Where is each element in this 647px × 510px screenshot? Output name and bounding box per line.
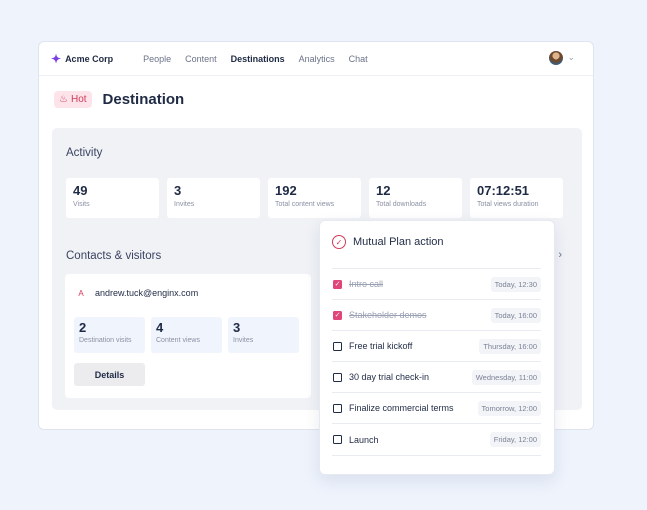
nav-item-analytics[interactable]: Analytics	[299, 54, 335, 64]
stat-value: 49	[73, 183, 88, 198]
plan-item[interactable]: Launch Friday, 12:00	[332, 423, 541, 456]
sparkle-icon: ✦	[51, 51, 62, 66]
nav-item-people[interactable]: People	[143, 54, 171, 64]
nav-item-chat[interactable]: Chat	[349, 54, 368, 64]
checkbox[interactable]: ✓	[333, 279, 342, 289]
stat-value: 07:12:51	[477, 183, 530, 198]
plan-item-main: ✓ Intro call	[333, 279, 383, 289]
contact-stat-value: 3	[233, 320, 241, 335]
plan-item[interactable]: Finalize commercial terms Tomorrow, 12:00	[332, 392, 541, 423]
plan-item-main: Launch	[333, 435, 379, 445]
stat-label: Total views duration	[477, 201, 539, 208]
checkbox[interactable]	[333, 435, 342, 444]
stat-label: Total content views	[275, 201, 335, 208]
plan-title: Mutual Plan action	[353, 236, 444, 248]
nav-item-destinations[interactable]: Destinations	[231, 54, 285, 64]
stat-card: 49 Visits	[66, 178, 159, 218]
contact-stat-value: 2	[79, 320, 87, 335]
plan-item-time: Thursday, 16:00	[479, 338, 541, 354]
contact-email: andrew.tuck@enginx.com	[95, 288, 199, 298]
plan-item-label: Intro call	[349, 279, 384, 289]
stat-card: 07:12:51 Total views duration	[470, 178, 563, 218]
plan-item-label: Finalize commercial terms	[349, 403, 454, 413]
plan-item[interactable]: ✓ Intro call Today, 12:30	[332, 268, 541, 299]
stat-value: 192	[275, 183, 297, 198]
contact-stat: 3 Invites	[228, 317, 299, 353]
plan-item-time: Tomorrow, 12:00	[477, 400, 541, 416]
checkbox[interactable]: ✓	[333, 310, 342, 320]
mutual-plan-popover: ✓ Mutual Plan action ✓ Intro call Today, 1…	[319, 220, 555, 475]
stat-card: 12 Total downloads	[369, 178, 462, 218]
plan-item-label: Launch	[349, 434, 379, 445]
stat-value: 12	[376, 183, 391, 198]
stat-label: Total downloads	[376, 201, 427, 208]
status-badge: ♨ Hot	[54, 91, 92, 108]
contact-stat-label: Invites	[233, 337, 254, 344]
plan-list: ✓ Intro call Today, 12:30 ✓ Stakeholder demo…	[332, 268, 541, 456]
contact-row[interactable]: A andrew.tuck@enginx.com	[75, 288, 198, 298]
plan-item-label: Stakeholder demos	[349, 310, 427, 320]
contact-stat: 2 Destination visits	[74, 317, 145, 353]
activity-title: Activity	[66, 147, 103, 159]
contact-stat: 4 Content views	[151, 317, 222, 353]
plan-item-time: Today, 12:30	[490, 276, 541, 292]
checkbox[interactable]	[333, 341, 342, 351]
contact-stats: 2 Destination visits 4 Content views 3 I…	[74, 317, 299, 353]
activity-stats: 49 Visits 3 Invites 192 Total content vi…	[66, 178, 563, 218]
main-nav: People Content Destinations Analytics Ch…	[143, 54, 368, 64]
plan-item-main: ✓ Stakeholder demos	[333, 310, 427, 320]
page-title: Destination	[102, 91, 185, 108]
plan-item[interactable]: ✓ Stakeholder demos Today, 16:00	[332, 299, 541, 330]
chevron-right-icon[interactable]: ›	[558, 249, 562, 261]
stat-card: 3 Invites	[167, 178, 260, 218]
check-circle-icon: ✓	[332, 235, 346, 249]
flame-icon: ♨	[59, 94, 68, 105]
plan-item-time: Friday, 12:00	[489, 432, 541, 447]
contact-stat-label: Destination visits	[79, 337, 132, 344]
plan-item-label: 30 day trial check-in	[349, 372, 430, 382]
user-avatar[interactable]	[549, 51, 563, 65]
brand-logo[interactable]: ✦ Acme Corp	[51, 53, 113, 65]
contact-stat-value: 4	[156, 320, 164, 335]
contact-avatar: A	[78, 288, 84, 298]
page-header: ♨ Hot Destination	[54, 91, 184, 108]
nav-item-content[interactable]: Content	[185, 54, 217, 64]
stat-card: 192 Total content views	[268, 178, 361, 218]
checkbox[interactable]	[333, 403, 342, 413]
checkbox[interactable]	[333, 372, 342, 382]
contacts-title: Contacts & visitors	[66, 250, 162, 262]
plan-item-time: Today, 16:00	[490, 307, 541, 323]
top-navbar: ✦ Acme Corp People Content Destinations …	[39, 42, 593, 76]
brand-name: Acme Corp	[65, 53, 114, 64]
chevron-down-icon[interactable]: ⌄	[567, 52, 575, 63]
plan-item-main: Finalize commercial terms	[333, 403, 454, 413]
contact-card: A andrew.tuck@enginx.com 2 Destination v…	[65, 274, 311, 398]
plan-item[interactable]: Free trial kickoff Thursday, 16:00	[332, 330, 541, 361]
details-button[interactable]: Details	[74, 363, 145, 386]
plan-item-main: 30 day trial check-in	[333, 372, 429, 382]
plan-item-label: Free trial kickoff	[349, 341, 413, 351]
status-badge-label: Hot	[70, 94, 87, 105]
plan-item[interactable]: 30 day trial check-in Wednesday, 11:00	[332, 361, 541, 392]
stat-label: Invites	[174, 201, 195, 208]
stat-label: Visits	[73, 201, 90, 208]
plan-header: ✓ Mutual Plan action	[332, 235, 444, 249]
plan-item-main: Free trial kickoff	[333, 341, 412, 351]
stat-value: 3	[174, 183, 182, 198]
plan-item-time: Wednesday, 11:00	[471, 369, 541, 385]
contact-stat-label: Content views	[156, 337, 200, 344]
